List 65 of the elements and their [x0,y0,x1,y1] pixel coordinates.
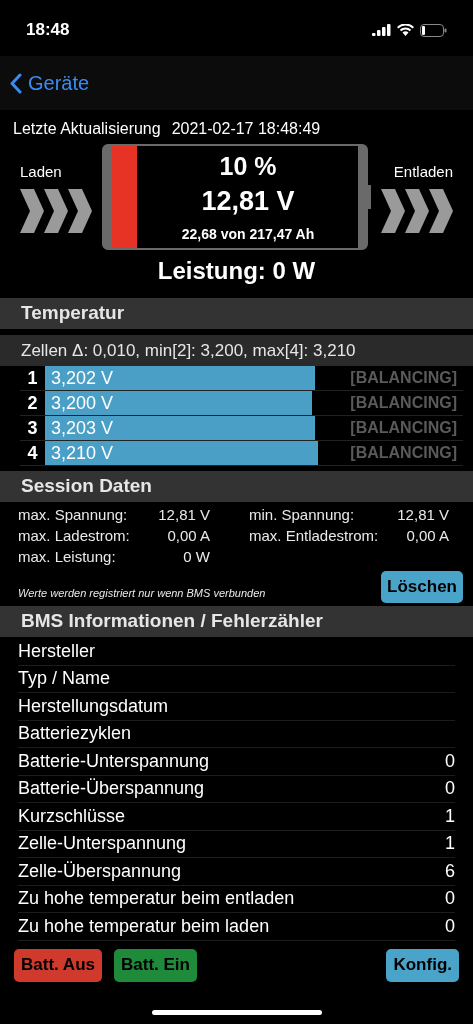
balancing-status: [BALANCING] [350,443,457,463]
balancing-status: [BALANCING] [350,418,457,438]
info-value: 1 [445,804,455,828]
power-reading: Leistung: 0 W [157,256,316,286]
section-header: BMS Informationen / Fehlerzähler [0,606,473,637]
cell-voltage: 3,203 V [51,417,114,439]
info-value: 0 [445,887,455,911]
info-label: Batterie-Unterspannung [18,749,210,773]
info-value: 0 [445,914,455,938]
info-label: Zelle-Unterspannung [18,832,187,856]
action-button[interactable]: Batt. Aus [14,948,102,982]
section-header: Session Daten [0,471,473,502]
info-label: Zu hohe temperatur beim laden [18,914,270,938]
stat-label: max. Leistung: [18,547,116,568]
info-value: 6 [445,859,455,883]
info-label: Batterie-Überspannung [18,777,205,801]
cell-index: 2 [26,391,39,415]
stat-value: 0 W [183,547,210,568]
info-label: Kurzschlüsse [18,804,126,828]
info-label: Herstellungsdatum [18,694,169,718]
info-label: Typ / Name [18,667,111,691]
battery-icon [420,23,447,37]
chevrons-icon [381,189,453,234]
wifi-icon [397,24,414,36]
chevron-left-icon [10,72,22,94]
chevrons-icon [20,189,92,234]
info-value: 0 [445,777,455,801]
signal-icon [372,24,391,36]
stat-value: 0,00 A [167,526,210,547]
stat-label: max. Entladestrom: [249,526,379,547]
section-header: Temperatur [0,298,473,329]
cell-voltage: 3,202 V [51,367,114,389]
charge-percent: 10 % [219,151,277,182]
battery-voltage: 12,81 V [201,185,295,218]
cells-summary: Zellen Δ: 0,010, min[2]: 3,200, max[4]: 3,210 [0,335,473,366]
stat-value: 12,81 V [158,505,210,526]
balancing-status: [BALANCING] [350,368,457,388]
info-label: Hersteller [18,639,96,663]
clear-button[interactable]: Löschen [381,571,463,603]
cell-voltage: 3,200 V [51,392,114,414]
info-label: Zelle-Überspannung [18,859,182,883]
stat-value: 12,81 V [397,505,449,526]
info-value: 0 [445,749,455,773]
charge-label: Laden [20,161,62,182]
action-button[interactable]: Batt. Ein [114,948,197,982]
balancing-status: [BALANCING] [350,393,457,413]
battery-capacity: 22,68 von 217,47 Ah [181,225,315,244]
info-label: Zu hohe temperatur beim entladen [18,887,295,911]
info-value: 1 [445,832,455,856]
cell-voltage: 3,210 V [51,442,114,464]
cell-index: 1 [26,366,39,390]
info-label: Batteriezyklen [18,722,132,746]
status-time: 18:48 [26,19,70,42]
session-note: Werte werden registriert nur wenn BMS verbunden [18,585,266,601]
back-button[interactable]: Geräte [10,68,90,98]
action-button[interactable]: Konfig. [386,948,459,982]
stat-label: max. Spannung: [18,505,128,526]
stat-label: max. Ladestrom: [18,526,130,547]
discharge-label: Entladen [393,161,453,182]
update-label: Letzte Aktualisierung [13,119,161,139]
cell-index: 4 [26,441,39,465]
stat-value: 0,00 A [406,526,449,547]
stat-label: min. Spannung: [249,505,355,526]
cell-index: 3 [26,416,39,440]
update-time: 2021-02-17 18:48:49 [171,119,321,139]
